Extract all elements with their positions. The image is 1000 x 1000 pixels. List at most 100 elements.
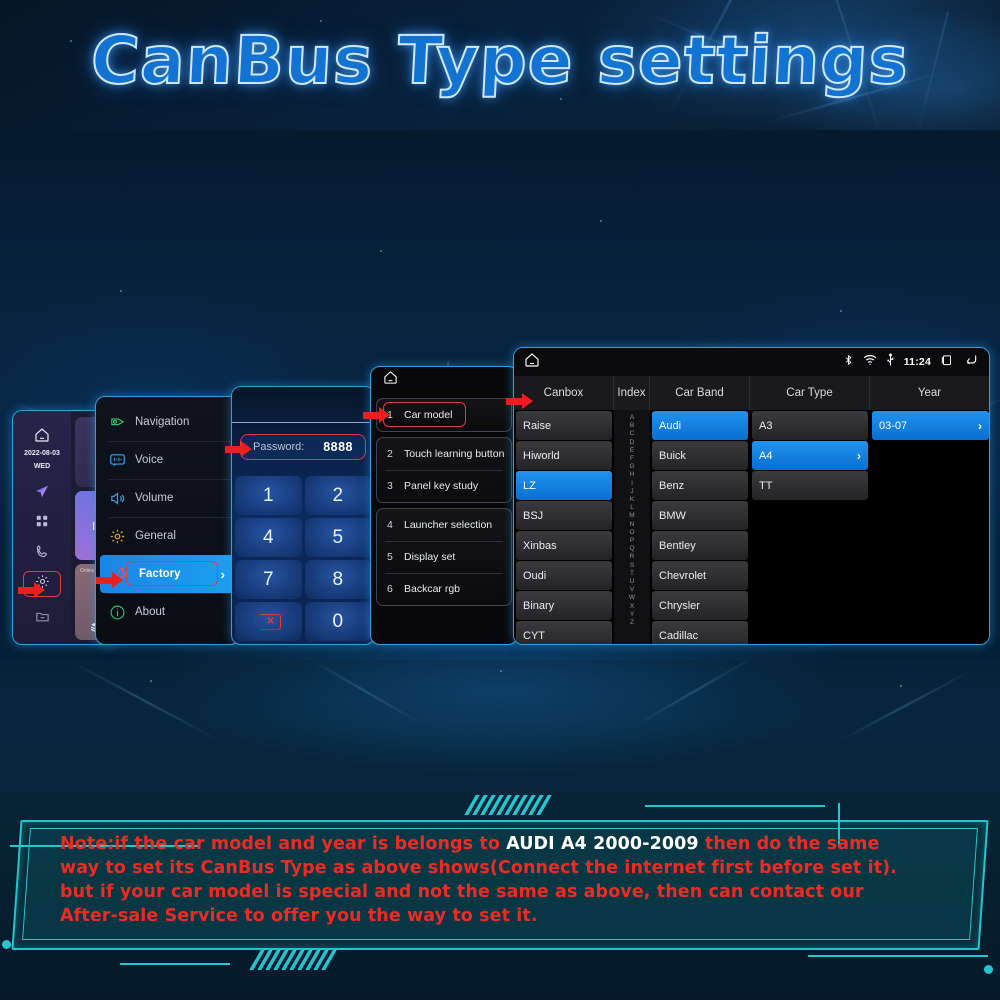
index-letter[interactable]: I xyxy=(631,480,633,488)
column-canbox: Canbox Raise Hiworld LZ BSJ Xinbas Oudi … xyxy=(514,376,614,644)
alphabet-index-strip[interactable]: ABCDEFGHIJKLMNOPQRSTUVWXYZ xyxy=(614,410,650,627)
index-letter[interactable]: D xyxy=(630,439,635,447)
index-letter[interactable]: C xyxy=(630,430,635,438)
table-row[interactable]: Oudi xyxy=(516,561,612,590)
index-letter[interactable]: S xyxy=(630,562,634,570)
key-0[interactable]: 0 xyxy=(304,602,371,641)
key-5[interactable]: 5 xyxy=(304,518,371,557)
menu-item-display-set[interactable]: 5 Display set xyxy=(377,541,511,573)
table-row-selected[interactable]: A4 › xyxy=(752,441,868,470)
factory-group-1: 1 Car model xyxy=(376,398,512,432)
sidebar-item-volume[interactable]: Volume xyxy=(96,479,239,517)
index-letter[interactable]: M xyxy=(629,512,634,520)
table-row[interactable]: Hiworld xyxy=(516,441,612,470)
password-field[interactable]: Password: 8888 xyxy=(240,434,366,460)
menu-item-car-model[interactable]: 1 Car model xyxy=(377,399,511,431)
menu-item-number: 4 xyxy=(387,519,393,531)
index-letter[interactable]: U xyxy=(630,578,635,586)
table-row[interactable]: A3 xyxy=(752,411,868,440)
menu-item-number: 2 xyxy=(387,448,393,460)
index-letter[interactable]: G xyxy=(629,463,634,471)
table-row[interactable]: Benz xyxy=(652,471,748,500)
table-row[interactable]: Cadillac xyxy=(652,621,748,644)
table-row-selected[interactable]: 03-07 › xyxy=(872,411,989,440)
recents-icon[interactable] xyxy=(940,353,954,372)
index-letter[interactable]: P xyxy=(630,537,634,545)
table-row-selected[interactable]: LZ xyxy=(516,471,612,500)
table-row[interactable]: Chevrolet xyxy=(652,561,748,590)
index-letter[interactable]: J xyxy=(630,488,633,496)
table-row[interactable]: Bentley xyxy=(652,531,748,560)
index-letter[interactable]: R xyxy=(630,553,635,561)
index-letter[interactable]: K xyxy=(630,496,634,504)
key-1[interactable]: 1 xyxy=(235,476,302,515)
pointer-arrow-password xyxy=(225,441,252,457)
index-letter[interactable]: L xyxy=(630,504,634,512)
home-icon[interactable] xyxy=(31,424,53,446)
table-row[interactable]: TT xyxy=(752,471,868,500)
table-row[interactable]: Xinbas xyxy=(516,531,612,560)
note-line-1b: then do the same xyxy=(698,834,880,854)
table-row[interactable]: BSJ xyxy=(516,501,612,530)
phone-icon[interactable] xyxy=(31,540,53,562)
table-row[interactable]: Binary xyxy=(516,591,612,620)
index-letter[interactable]: Y xyxy=(630,611,634,619)
table-row-selected[interactable]: Audi xyxy=(652,411,748,440)
index-letter[interactable]: H xyxy=(630,471,635,479)
key-backspace[interactable]: ✕ xyxy=(235,602,302,641)
key-7[interactable]: 7 xyxy=(235,560,302,599)
menu-item-label: Touch learning button xyxy=(404,448,505,460)
index-letter[interactable]: A xyxy=(630,414,634,422)
password-label: Password: xyxy=(253,441,305,453)
index-letter[interactable]: B xyxy=(630,422,634,430)
table-row[interactable]: Buick xyxy=(652,441,748,470)
menu-item-panel-key-study[interactable]: 3 Panel key study xyxy=(377,470,511,502)
index-letter[interactable]: Q xyxy=(629,545,634,553)
usb-icon xyxy=(886,353,895,372)
key-4[interactable]: 4 xyxy=(235,518,302,557)
menu-item-touch-learning-button[interactable]: 2 Touch learning button xyxy=(377,438,511,470)
page-title-wrapper: CanBus Type settings xyxy=(0,21,1000,100)
home-weekday: WED xyxy=(33,463,51,470)
column-header-year: Year xyxy=(870,376,989,410)
settings-list: Navigation Voice Volume General Factory … xyxy=(96,397,239,631)
home-icon[interactable] xyxy=(524,352,540,373)
menu-item-label: Display set xyxy=(404,551,456,563)
bluetooth-icon xyxy=(843,353,854,372)
navigation-arrow-icon[interactable] xyxy=(31,480,53,502)
column-car-type: Car Type A3 A4 › TT xyxy=(750,376,870,644)
sidebar-item-label: About xyxy=(135,606,166,618)
sidebar-item-voice[interactable]: Voice xyxy=(96,441,239,479)
key-2[interactable]: 2 xyxy=(304,476,371,515)
index-letter[interactable]: E xyxy=(630,447,634,455)
android-status-bar: 11:24 xyxy=(514,348,989,376)
sidebar-item-about[interactable]: About xyxy=(96,593,239,631)
chevron-right-icon: › xyxy=(978,418,982,433)
index-letter[interactable]: X xyxy=(630,603,634,611)
index-letter[interactable]: Z xyxy=(630,619,634,627)
status-bar-time: 11:24 xyxy=(903,356,931,368)
menu-item-launcher-selection[interactable]: 4 Launcher selection xyxy=(377,509,511,541)
table-row[interactable]: CYT xyxy=(516,621,612,644)
factory-menu-screen: 1 Car model 2 Touch learning button 3 Pa… xyxy=(370,366,518,645)
folder-icon[interactable] xyxy=(31,605,53,627)
home-side-rail: 2022-08-03 WED xyxy=(13,411,71,644)
table-row[interactable]: BMW xyxy=(652,501,748,530)
index-letter[interactable]: O xyxy=(629,529,634,537)
apps-grid-icon[interactable] xyxy=(31,510,53,532)
info-icon xyxy=(108,603,126,621)
home-icon[interactable] xyxy=(383,370,398,390)
table-row[interactable]: Raise xyxy=(516,411,612,440)
back-icon[interactable] xyxy=(963,353,979,372)
index-letter[interactable]: W xyxy=(629,594,635,602)
index-letter[interactable]: T xyxy=(630,570,634,578)
sidebar-item-general[interactable]: General xyxy=(96,517,239,555)
index-letter[interactable]: F xyxy=(630,455,634,463)
index-letter[interactable]: V xyxy=(630,586,634,594)
key-8[interactable]: 8 xyxy=(304,560,371,599)
sidebar-item-navigation[interactable]: Navigation xyxy=(96,403,239,441)
home-date: 2022-08-03 xyxy=(24,450,60,457)
index-letter[interactable]: N xyxy=(630,521,635,529)
menu-item-backcar-rgb[interactable]: 6 Backcar rgb xyxy=(377,573,511,605)
table-row[interactable]: Chrysler xyxy=(652,591,748,620)
